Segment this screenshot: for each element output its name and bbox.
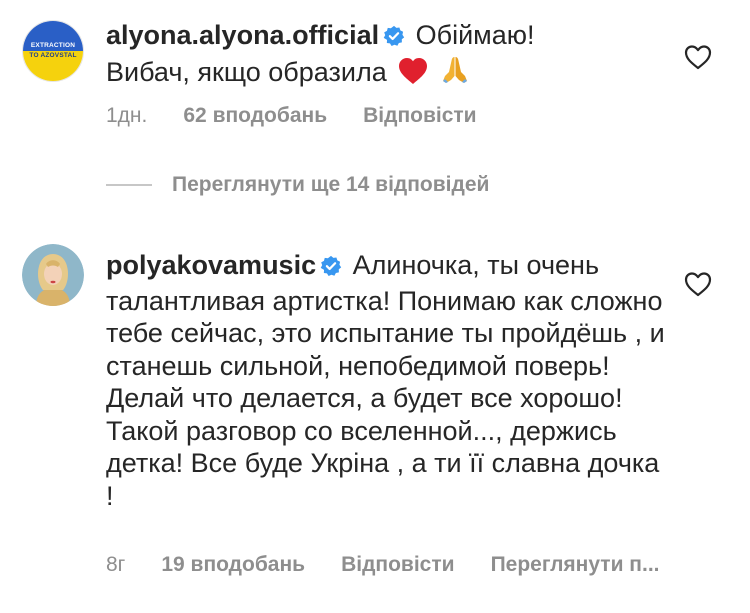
- divider-line: [106, 184, 152, 186]
- comment-text-line1: Обіймаю!: [415, 20, 535, 50]
- comment-meta: 1дн. 62 вподобань Відповісти: [106, 104, 513, 128]
- comment-meta: 8г 19 вподобань Відповісти Переглянути п…: [106, 553, 696, 577]
- avatar[interactable]: EXTRACTION TO AZOVSTAL: [22, 20, 84, 82]
- comment-username[interactable]: polyakovamusic: [106, 250, 316, 280]
- comment-likes[interactable]: 62 вподобань: [183, 104, 327, 128]
- translate-button[interactable]: Переглянути п...: [491, 553, 660, 577]
- red-heart-emoji-icon: [398, 57, 428, 93]
- comment-text-block: alyona.alyona.official Обіймаю! Вибач, я…: [106, 19, 666, 92]
- verified-badge-icon: [320, 252, 342, 285]
- avatar[interactable]: [22, 244, 84, 306]
- verified-badge-icon: [383, 22, 405, 55]
- avatar-flag-blue: EXTRACTION: [23, 21, 83, 51]
- comment-text-block: polyakovamusic Алиночка, ты очень талант…: [106, 249, 666, 512]
- comment-time: 1дн.: [106, 104, 148, 127]
- like-heart-icon[interactable]: [684, 44, 712, 70]
- comment-text: Алиночка, ты очень талантливая артистка!…: [106, 250, 665, 511]
- praying-hands-emoji-icon: [440, 55, 470, 93]
- avatar-label-bottom: TO AZOVSTAL: [29, 52, 77, 59]
- comment-time: 8г: [106, 553, 126, 576]
- avatar-flag-yellow: TO AZOVSTAL: [23, 51, 83, 81]
- comment-likes[interactable]: 19 вподобань: [161, 553, 305, 577]
- comment-username[interactable]: alyona.alyona.official: [106, 20, 379, 50]
- reply-button[interactable]: Відповісти: [341, 553, 454, 577]
- view-more-replies-button[interactable]: Переглянути ще 14 відповідей: [106, 173, 489, 197]
- avatar-label-top: EXTRACTION: [30, 42, 76, 49]
- comment-text-line2: Вибач, якщо образила: [106, 56, 387, 87]
- like-heart-icon[interactable]: [684, 271, 712, 297]
- view-replies-label: Переглянути ще 14 відповідей: [172, 173, 490, 196]
- reply-button[interactable]: Відповісти: [363, 104, 476, 128]
